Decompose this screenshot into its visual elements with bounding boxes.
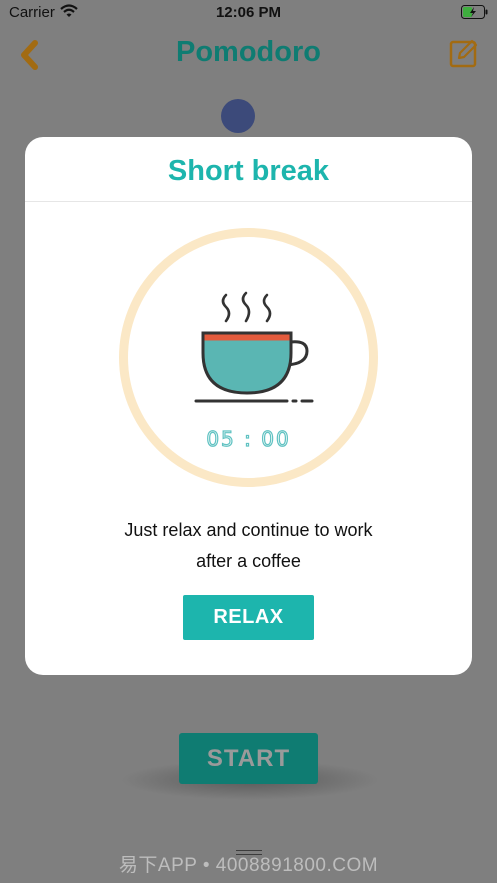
dialog-title: Short break [167,155,330,187]
break-timer: 05 : 00 [206,426,291,451]
relax-button[interactable]: RELAX [183,595,314,640]
break-message-line-1: Just relax and continue to work [124,520,373,540]
short-break-dialog: Short break 05 : 00 Just relax and conti… [25,137,472,675]
start-button[interactable]: START [179,733,318,784]
status-time: 12:06 PM [215,4,282,21]
nav-bar: Pomodoro [0,26,497,82]
watermark-text: 易下APP • 4008891800.COM [118,855,379,876]
status-bar: Carrier 12:06 PM [0,0,497,26]
edit-icon[interactable] [449,38,479,68]
break-message: Just relax and continue to work after a … [25,515,472,577]
battery-charging-icon [461,5,488,19]
page-indicator-dot [221,99,255,133]
coffee-cup-icon [194,291,314,403]
dialog-divider [25,201,472,202]
break-message-line-2: after a coffee [196,551,301,571]
page-title: Pomodoro [176,36,321,68]
